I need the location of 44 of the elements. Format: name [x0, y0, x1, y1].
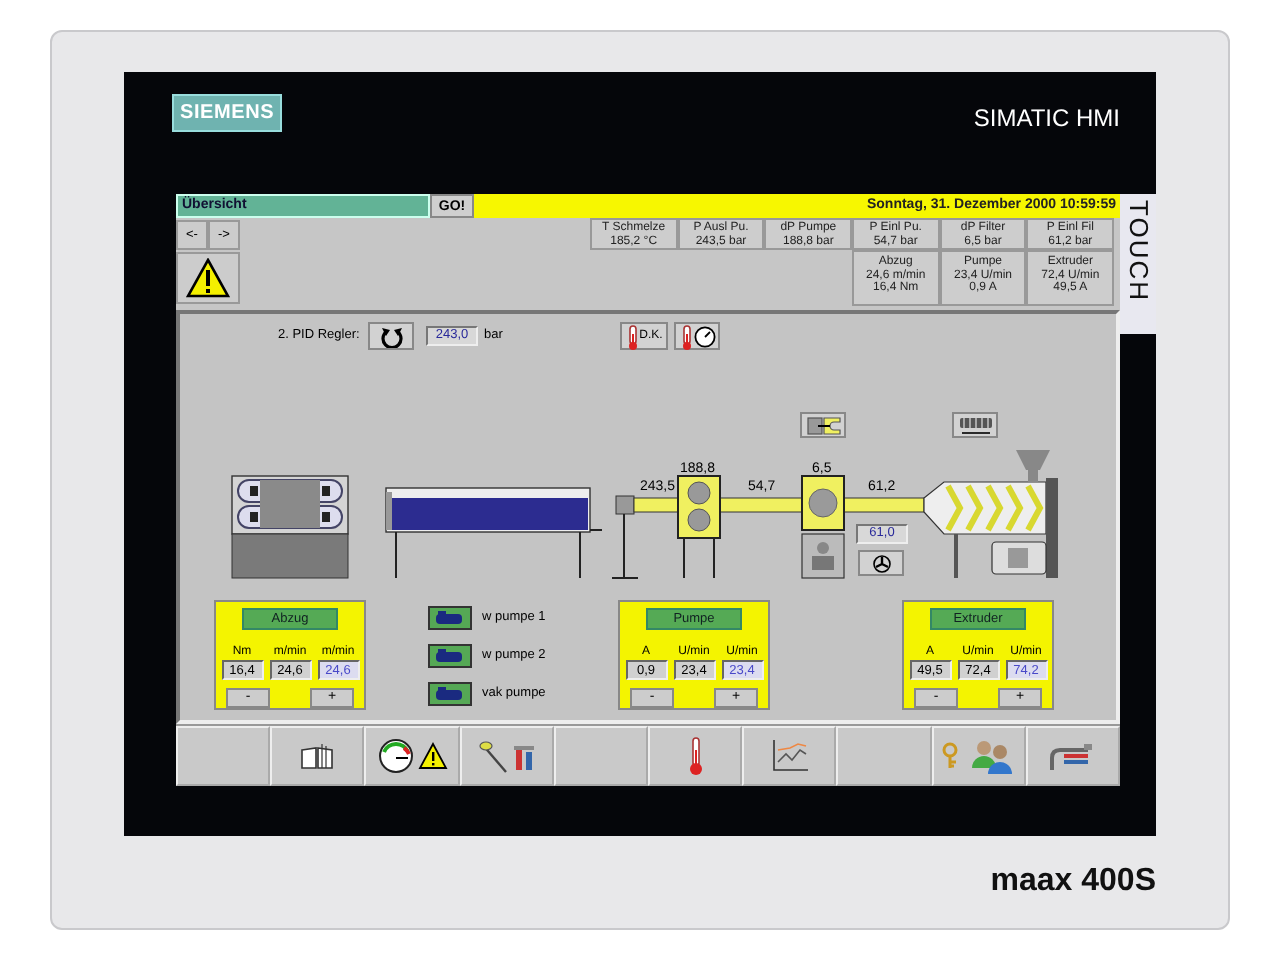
cycle-arrow-icon — [379, 325, 403, 347]
filter-changer-icon — [805, 415, 841, 435]
brand-logo: SIEMENS — [172, 94, 283, 132]
pump-button[interactable] — [428, 644, 472, 668]
pid-button[interactable] — [368, 322, 414, 350]
gauge-icon — [377, 738, 413, 774]
thermometer-icon — [625, 323, 640, 349]
filter-changer-button[interactable] — [800, 412, 846, 438]
book-icon — [299, 742, 336, 770]
toolbar-button[interactable] — [364, 726, 460, 786]
pump-icon — [434, 686, 466, 702]
screw-icon — [957, 415, 993, 435]
pipe-icon — [1048, 740, 1097, 772]
gauge-icon — [693, 325, 715, 347]
product-label: SIMATIC HMI — [973, 102, 1120, 136]
pump-icon — [434, 648, 466, 664]
thermometer-icon — [687, 736, 704, 776]
extruder-drawing — [923, 450, 1058, 578]
tools-icon — [512, 740, 537, 772]
alarm-button[interactable] — [176, 252, 240, 304]
thermometer-icon — [679, 323, 693, 349]
pump-button[interactable] — [428, 606, 472, 630]
temperature-gauge-button[interactable] — [674, 322, 720, 350]
melt-pump-drawing — [677, 475, 721, 579]
pipe-drawing — [843, 497, 925, 513]
toolbar-button[interactable] — [270, 726, 365, 786]
probe-icon — [476, 738, 509, 774]
users-icon — [968, 736, 1017, 776]
touch-label: TOUCH — [1120, 194, 1156, 334]
warning-icon — [186, 258, 230, 298]
pipe-connector-drawing — [611, 495, 639, 579]
pipe-drawing — [719, 497, 803, 513]
pump-icon — [434, 610, 466, 626]
warning-icon — [417, 742, 447, 770]
pipe-drawing — [633, 497, 679, 513]
haul-off-drawing — [231, 475, 349, 579]
fan-icon — [869, 553, 893, 573]
model-label: maax 400S — [988, 862, 1156, 902]
fan-button[interactable] — [858, 550, 904, 576]
filter-drawing — [801, 475, 845, 579]
toolbar-button[interactable] — [742, 726, 837, 786]
chart-icon — [769, 738, 810, 774]
screw-button[interactable] — [952, 412, 998, 438]
pump-button[interactable] — [428, 682, 472, 706]
